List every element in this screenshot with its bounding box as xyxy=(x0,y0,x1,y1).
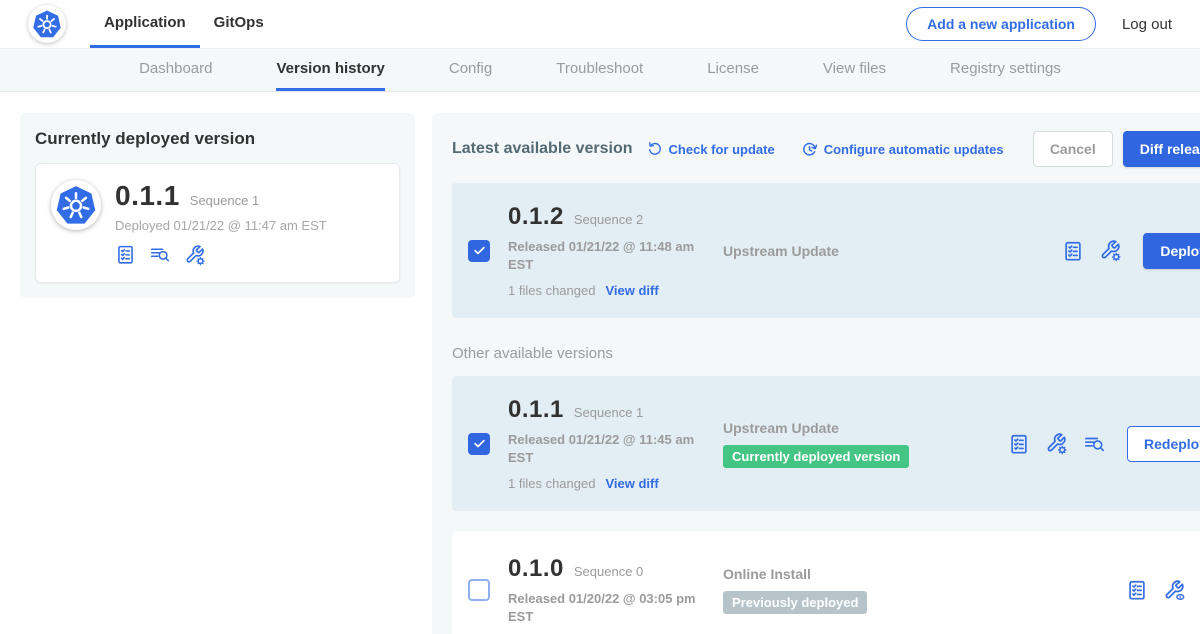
wrench-gear-icon[interactable] xyxy=(1099,239,1122,262)
logout-link[interactable]: Log out xyxy=(1122,16,1172,33)
diff-releases-button[interactable]: Diff releases xyxy=(1123,131,1200,167)
subtab-version-history[interactable]: Version history xyxy=(276,49,384,91)
subtab-troubleshoot[interactable]: Troubleshoot xyxy=(556,49,643,91)
other-versions-title: Other available versions xyxy=(452,345,1200,362)
preflight-checklist-icon[interactable] xyxy=(115,244,136,266)
kubernetes-logo-icon xyxy=(28,5,66,43)
deploy-logs-icon[interactable] xyxy=(1083,433,1106,455)
sequence-label: Sequence 1 xyxy=(574,405,643,420)
wrench-eye-icon[interactable] xyxy=(1163,579,1186,602)
view-diff-link[interactable]: View diff xyxy=(605,476,658,491)
released-timestamp: Released 01/20/22 @ 03:05 pm EST xyxy=(508,590,708,625)
clock-refresh-icon xyxy=(801,141,818,158)
released-timestamp: Released 01/21/22 @ 11:48 am EST xyxy=(508,238,708,273)
check-for-update-label: Check for update xyxy=(669,142,775,157)
latest-version-title: Latest available version xyxy=(452,140,633,158)
tab-gitops[interactable]: GitOps xyxy=(200,0,278,48)
preflight-checklist-icon[interactable] xyxy=(1062,240,1084,262)
current-version-card: 0.1.1 Sequence 1 Deployed 01/21/22 @ 11:… xyxy=(35,163,400,283)
subtab-dashboard[interactable]: Dashboard xyxy=(139,49,212,91)
kubernetes-app-icon xyxy=(51,180,101,230)
check-for-update-link[interactable]: Check for update xyxy=(647,141,775,157)
files-changed-label: 1 files changed xyxy=(508,476,595,491)
sequence-label: Sequence 2 xyxy=(574,212,643,227)
version-row-0-1-1: 0.1.1 Sequence 1 Released 01/21/22 @ 11:… xyxy=(452,376,1200,511)
version-source-label: Upstream Update xyxy=(723,420,1008,436)
deployed-version-number: 0.1.1 xyxy=(115,180,180,212)
version-number: 0.1.0 xyxy=(508,555,564,583)
current-version-panel: Currently deployed version 0.1.1 Sequenc… xyxy=(20,113,415,298)
preflight-checklist-icon[interactable] xyxy=(1126,579,1148,601)
main-content: Currently deployed version 0.1.1 Sequenc… xyxy=(0,92,1200,634)
top-nav: Application GitOps Add a new application… xyxy=(0,0,1200,49)
checkmark-icon xyxy=(472,436,487,451)
version-source-label: Online Install xyxy=(723,566,1008,582)
deploy-logs-icon[interactable] xyxy=(149,244,171,266)
previously-deployed-badge: Previously deployed xyxy=(723,591,867,614)
currently-deployed-badge: Currently deployed version xyxy=(723,445,909,468)
version-checkbox-checked[interactable] xyxy=(468,433,490,455)
tab-application[interactable]: Application xyxy=(90,0,200,48)
preflight-checklist-icon[interactable] xyxy=(1008,433,1030,455)
configure-auto-updates-link[interactable]: Configure automatic updates xyxy=(801,141,1004,158)
wrench-gear-icon[interactable] xyxy=(184,244,206,266)
version-number: 0.1.1 xyxy=(508,396,564,424)
current-version-title: Currently deployed version xyxy=(35,129,400,149)
subtab-license[interactable]: License xyxy=(707,49,759,91)
available-versions-panel: Latest available version Check for updat… xyxy=(432,113,1200,634)
released-timestamp: Released 01/21/22 @ 11:45 am EST xyxy=(508,431,708,466)
deploy-button[interactable]: Deploy xyxy=(1143,233,1200,269)
sequence-label: Sequence 0 xyxy=(574,564,643,579)
deployed-sequence-label: Sequence 1 xyxy=(190,193,259,208)
version-row-0-1-2: 0.1.2 Sequence 2 Released 01/21/22 @ 11:… xyxy=(452,183,1200,318)
redeploy-button[interactable]: Redeploy xyxy=(1127,426,1200,462)
wrench-gear-icon[interactable] xyxy=(1045,432,1068,455)
cancel-button[interactable]: Cancel xyxy=(1033,131,1113,167)
version-number: 0.1.2 xyxy=(508,203,564,231)
view-diff-link[interactable]: View diff xyxy=(605,283,658,298)
files-changed-label: 1 files changed xyxy=(508,283,595,298)
version-checkbox-checked[interactable] xyxy=(468,240,490,262)
top-tabs: Application GitOps xyxy=(90,0,278,48)
subtab-config[interactable]: Config xyxy=(449,49,492,91)
subtab-registry-settings[interactable]: Registry settings xyxy=(950,49,1061,91)
version-row-0-1-0: 0.1.0 Sequence 0 Released 01/20/22 @ 03:… xyxy=(452,531,1200,634)
add-application-button[interactable]: Add a new application xyxy=(906,7,1096,41)
refresh-icon xyxy=(647,141,663,157)
deployed-timestamp: Deployed 01/21/22 @ 11:47 am EST xyxy=(115,218,327,233)
version-source-label: Upstream Update xyxy=(723,243,1008,259)
subtab-view-files[interactable]: View files xyxy=(823,49,886,91)
checkmark-icon xyxy=(472,243,487,258)
configure-auto-updates-label: Configure automatic updates xyxy=(824,142,1004,157)
version-checkbox-unchecked[interactable] xyxy=(468,579,490,601)
sub-nav: Dashboard Version history Config Trouble… xyxy=(0,49,1200,92)
